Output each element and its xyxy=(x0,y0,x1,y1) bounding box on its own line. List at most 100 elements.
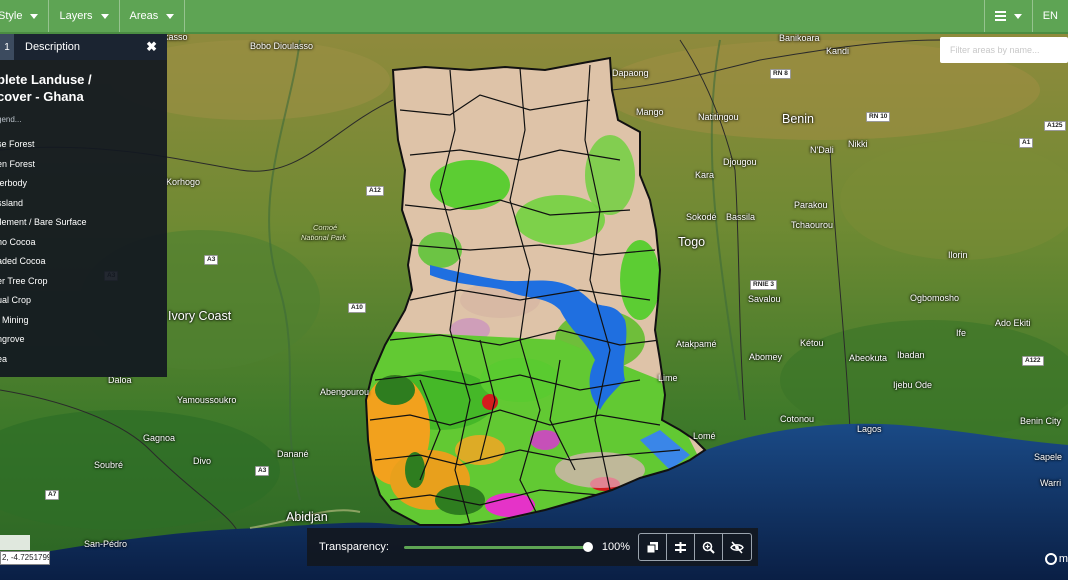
chevron-down-icon xyxy=(100,13,109,19)
road-shield: RN 8 xyxy=(770,69,791,79)
place-label: Abengourou xyxy=(320,387,370,397)
place-label: Soubré xyxy=(94,460,124,470)
legend-item: ual Crop xyxy=(0,295,32,305)
areas-label: Areas xyxy=(129,10,159,22)
place-label: Djougou xyxy=(723,157,757,167)
place-label: Ilorin xyxy=(948,250,968,260)
place-label: Warri xyxy=(1040,478,1062,488)
legend-item: tlement / Bare Surface xyxy=(0,217,87,227)
road-shield: RNIE 3 xyxy=(750,280,777,290)
top-toolbar: Style Layers Areas EN xyxy=(0,0,1068,34)
chevron-down-icon xyxy=(30,13,39,19)
tab-description[interactable]: Description xyxy=(14,41,80,53)
layers-menu-button[interactable]: Layers xyxy=(49,0,120,32)
eye-slash-icon xyxy=(730,540,744,554)
road-shield: A125 xyxy=(1044,121,1066,131)
attribution-label: m xyxy=(1058,553,1068,565)
place-label: Dapaong xyxy=(612,68,649,78)
panel-tabs: 1 Description ✖ xyxy=(0,34,167,60)
place-label: Gagnoa xyxy=(143,433,176,443)
place-label: Mango xyxy=(636,107,664,117)
transparency-toolbar: Transparency: 100% xyxy=(307,528,758,566)
hide-layer-button[interactable] xyxy=(723,534,751,560)
close-icon[interactable]: ✖ xyxy=(146,39,157,55)
road-shield: A10 xyxy=(348,303,366,313)
place-label: Lime xyxy=(658,373,678,383)
place-label: Korhogo xyxy=(166,177,201,187)
map-attribution[interactable]: m xyxy=(1044,553,1068,565)
legend-item: ssland xyxy=(0,197,24,208)
road-shield: A7 xyxy=(45,490,60,500)
place-label: N'Dali xyxy=(810,145,834,155)
road-shield: RN 10 xyxy=(866,112,891,122)
main-menu-button[interactable] xyxy=(983,0,1032,32)
place-label: Atakpamé xyxy=(676,339,717,349)
chevron-down-icon xyxy=(1013,13,1022,19)
place-label: San-Pédro xyxy=(84,539,128,549)
panel-title-line: plete Landuse / xyxy=(0,72,92,87)
place-label: Ivory Coast xyxy=(168,309,232,323)
road-shield: A3 xyxy=(255,466,270,476)
transparency-label: Transparency: xyxy=(319,541,389,553)
legend-item: er Tree Crop xyxy=(0,275,48,286)
transparency-slider[interactable] xyxy=(403,541,593,552)
swipe-compare-button[interactable] xyxy=(667,534,696,560)
road-shield: A3 xyxy=(204,255,219,265)
place-label: Natitingou xyxy=(698,112,739,122)
chevron-down-icon xyxy=(166,13,175,19)
slider-handle[interactable] xyxy=(582,541,593,552)
tab-legend-label: 1 xyxy=(4,41,10,53)
place-label: Yamoussoukro xyxy=(177,395,237,405)
place-label: Sapele xyxy=(1034,452,1063,462)
panel-title: plete Landuse / cover - Ghana xyxy=(0,71,167,105)
layers-copy-button[interactable] xyxy=(639,534,668,560)
swipe-icon xyxy=(675,541,687,553)
coordinates-readout: 2, -4.7251799 xyxy=(0,551,50,565)
place-label: Abomey xyxy=(749,352,783,362)
road-shield: A122 xyxy=(1022,356,1044,366)
legend-item: no Cocoa xyxy=(0,236,36,247)
place-label: Lomé xyxy=(693,431,716,441)
road-shield: A12 xyxy=(366,186,384,196)
legend-item: en Forest xyxy=(0,158,36,169)
scale-box xyxy=(0,535,30,550)
place-label: Ijebu Ode xyxy=(893,380,933,390)
copy-layers-icon xyxy=(646,541,659,553)
legend-item: ea xyxy=(0,353,8,364)
place-label: Danané xyxy=(277,449,309,459)
area-search-input[interactable] xyxy=(940,37,1068,63)
style-label: Style xyxy=(0,10,23,22)
hamburger-icon xyxy=(994,11,1006,21)
place-label: Banikoara xyxy=(779,34,820,43)
place-label: Togo xyxy=(678,235,706,249)
place-label: Kétou xyxy=(800,338,824,348)
place-label: Abeokuta xyxy=(849,353,888,363)
legend-item: terbody xyxy=(0,178,28,188)
place-label: Cotonou xyxy=(780,414,815,424)
zoom-button[interactable] xyxy=(695,534,724,560)
place-label: Ado Ekiti xyxy=(995,318,1031,328)
park-label: National Park xyxy=(301,233,347,242)
panel-title-line: cover - Ghana xyxy=(0,89,84,104)
language-button[interactable]: EN xyxy=(1031,0,1068,32)
place-label: Bobo Dioulasso xyxy=(250,41,314,51)
place-label: Ibadan xyxy=(897,350,925,360)
place-label: Ife xyxy=(956,328,967,338)
place-label: Benin City xyxy=(1020,416,1062,426)
place-label: Divo xyxy=(193,456,212,466)
place-label: Benin xyxy=(782,112,814,126)
style-menu-button[interactable]: Style xyxy=(0,0,50,32)
legend-item: t Mining xyxy=(0,314,29,325)
legend-list: se Forest en Forest terbody ssland tleme… xyxy=(0,135,167,369)
place-label: Ogbomosho xyxy=(910,293,960,303)
layers-label: Layers xyxy=(59,10,93,22)
tab-legend[interactable]: 1 xyxy=(0,34,14,60)
areas-menu-button[interactable]: Areas xyxy=(120,0,186,32)
road-shield: A1 xyxy=(1019,138,1034,148)
map-tool-group xyxy=(638,533,753,561)
tab-description-label: Description xyxy=(25,41,81,53)
place-label: Nikki xyxy=(848,139,868,149)
legend-item: ngrove xyxy=(0,334,25,344)
legend-heading: gend... xyxy=(0,115,22,124)
place-label: Kandi xyxy=(826,46,850,56)
